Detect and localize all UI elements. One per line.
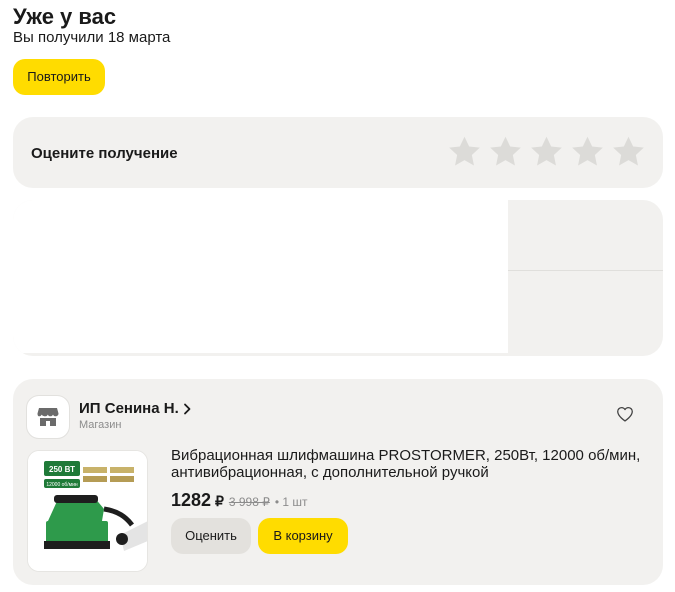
- chevron-right-icon: [183, 403, 191, 415]
- star-icon[interactable]: [569, 134, 606, 170]
- shop-name-link[interactable]: ИП Сенина Н.: [79, 400, 191, 418]
- quantity: • 1 шт: [274, 495, 308, 509]
- shop-logo[interactable]: [26, 395, 70, 439]
- star-icon[interactable]: [446, 134, 483, 170]
- repeat-order-button[interactable]: Повторить: [13, 59, 105, 95]
- map-divider: [508, 270, 663, 271]
- shop-type: Магазин: [79, 419, 122, 431]
- star-icon[interactable]: [487, 134, 524, 170]
- rating-stars: [446, 134, 647, 170]
- shop-name: ИП Сенина Н.: [79, 400, 179, 417]
- heart-icon[interactable]: [616, 406, 634, 422]
- map-placeholder: [13, 200, 508, 353]
- image-badge: 250 ВТ: [49, 465, 75, 474]
- sander-product-picture: 250 ВТ 12000 об/мин: [28, 451, 147, 571]
- rating-label: Оцените получение: [31, 145, 178, 162]
- product-image[interactable]: 250 ВТ 12000 об/мин: [27, 450, 148, 572]
- status-title: Уже у вас: [13, 4, 117, 29]
- order-item-card: ИП Сенина Н. Магазин 250 ВТ 12000 об/мин…: [13, 379, 663, 585]
- received-date: Вы получили 18 марта: [13, 29, 171, 46]
- star-icon[interactable]: [610, 134, 647, 170]
- add-to-cart-button[interactable]: В корзину: [258, 518, 348, 554]
- current-price: 1282 ₽: [171, 490, 224, 510]
- shop-icon: [37, 408, 59, 426]
- price-row: 1282 ₽ 3 998 ₽ • 1 шт: [171, 489, 308, 512]
- star-icon[interactable]: [528, 134, 565, 170]
- image-caption: 12000 об/мин: [46, 482, 78, 488]
- product-title[interactable]: Вибрационная шлифмашина PROSTORMER, 250В…: [171, 447, 641, 481]
- old-price: 3 998 ₽: [228, 495, 270, 509]
- rate-product-button[interactable]: Оценить: [171, 518, 251, 554]
- rating-card: Оцените получение: [13, 117, 663, 188]
- delivery-map-card: [13, 200, 663, 356]
